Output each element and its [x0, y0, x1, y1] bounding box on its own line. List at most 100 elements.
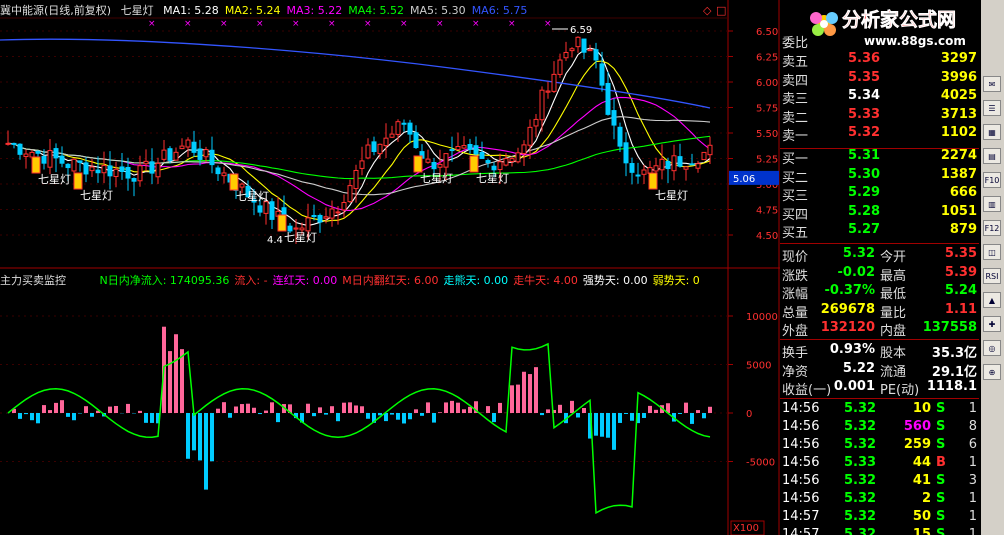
- flow-bar: [186, 413, 190, 459]
- tick-row: 14:57 5.32 50 S 1: [780, 509, 979, 527]
- flow-bar: [180, 349, 184, 413]
- toolbar-button[interactable]: ⊕: [983, 364, 1001, 380]
- signal-label: 七星灯: [80, 189, 113, 202]
- tick-row: 14:57 5.32 15 S 1: [780, 527, 979, 535]
- signal-label: 七星灯: [476, 172, 509, 185]
- flow-bar: [48, 410, 52, 413]
- quote-cell: 5.36: [848, 51, 881, 66]
- quote-cell: 3297: [940, 51, 977, 66]
- quote-cell: 内盘: [880, 324, 907, 339]
- flow-bar: [246, 403, 250, 413]
- flow-bar: [222, 402, 226, 413]
- flow-bar: [450, 400, 454, 413]
- stat-row: 总量 269678 量比 1.11: [780, 302, 979, 321]
- quote-cell: 买三: [782, 189, 809, 204]
- quote-cell: PE(动): [880, 383, 920, 398]
- quote-cell: 卖五: [782, 55, 809, 70]
- flow-bar: [498, 402, 502, 413]
- toolbar-button[interactable]: RSI: [983, 268, 1001, 284]
- flow-bar: [456, 402, 460, 413]
- flow-bar: [534, 367, 538, 413]
- toolbar-button[interactable]: ▥: [983, 196, 1001, 212]
- signal-label: 七星灯: [420, 172, 453, 185]
- quote-cell: 3713: [940, 106, 977, 122]
- svg-text:×: ×: [256, 19, 264, 29]
- flow-bar: [318, 407, 322, 413]
- candlestick: [701, 151, 707, 161]
- quote-cell: 14:56: [782, 491, 820, 506]
- tick-row: 14:56 5.32 10 S 1: [780, 401, 979, 419]
- quote-cell: 卖三: [782, 92, 809, 107]
- indicator-multiplier: X100: [733, 523, 759, 534]
- quote-cell: 14:56: [782, 419, 820, 434]
- flow-bar: [462, 409, 466, 413]
- toolbar-button[interactable]: ◎: [983, 340, 1001, 356]
- toolbar-button[interactable]: ▲: [983, 292, 1001, 308]
- quote-cell: 5.32: [844, 509, 877, 524]
- quote-cell: 1102: [940, 125, 977, 140]
- toolbar-button[interactable]: ▤: [983, 148, 1001, 164]
- stock-name: 冀中能源(日线,前复权): [0, 4, 112, 17]
- quote-cell: 14:57: [782, 509, 820, 524]
- indicator-legend-item: 走熊天: 0.00: [443, 274, 509, 287]
- toolbar-button[interactable]: ◫: [983, 244, 1001, 260]
- quote-cell: 卖一: [782, 129, 809, 144]
- quote-cell: 4025: [940, 88, 977, 103]
- indicator-legend-item: 走牛天: 4.00: [513, 274, 578, 287]
- quote-cell: 14:56: [782, 455, 820, 470]
- order-ratio-row: 委比: [780, 32, 979, 51]
- price-tick-label: 4.50: [756, 231, 778, 242]
- current-price-label: 5.06: [733, 174, 755, 185]
- quote-cell: 5.32: [844, 527, 877, 535]
- quote-cell: 259: [903, 437, 931, 452]
- quote-cell: 买四: [782, 207, 809, 223]
- toolbar-button[interactable]: F10: [983, 172, 1001, 188]
- quote-cell: 5.29: [848, 185, 881, 200]
- toolbar-button[interactable]: ✚: [983, 316, 1001, 332]
- price-tick-label: 5.25: [756, 155, 778, 166]
- flow-bar: [468, 406, 472, 413]
- quote-cell: 5.32: [844, 437, 877, 452]
- quote-cell: 6: [968, 437, 977, 452]
- svg-text:×: ×: [364, 19, 372, 29]
- quote-cell: 5.27: [848, 222, 881, 237]
- quote-cell: 卖二: [782, 110, 809, 126]
- quote-cell: 量比: [880, 305, 907, 321]
- quote-cell: 35.3亿: [931, 346, 977, 361]
- flow-bar: [576, 413, 580, 418]
- quote-cell: 1: [968, 527, 977, 535]
- quote-cell: 总量: [782, 305, 809, 321]
- toolbar-button[interactable]: F12: [983, 220, 1001, 236]
- flow-bar: [66, 413, 70, 417]
- ask-row: 卖四 5.35 3996: [780, 70, 979, 89]
- quote-cell: 879: [949, 222, 977, 237]
- quote-cell: S: [936, 437, 946, 452]
- quote-cell: S: [936, 401, 946, 416]
- flow-bar: [396, 413, 400, 420]
- tick-row: 14:56 5.33 44 B 1: [780, 455, 979, 473]
- quote-cell: 换手: [782, 346, 809, 361]
- toolbar-button[interactable]: ▦: [983, 124, 1001, 140]
- flow-bar: [342, 402, 346, 413]
- flow-bar: [150, 413, 154, 423]
- ma-legend-item: MA6: 5.75: [471, 4, 528, 17]
- flow-bar: [330, 406, 334, 413]
- svg-text:◇: ◇: [703, 4, 712, 17]
- flow-bar: [240, 404, 244, 413]
- flow-bar: [312, 413, 316, 417]
- bid-row: 买一 5.31 2274: [780, 148, 979, 167]
- svg-text:×: ×: [544, 19, 552, 29]
- flow-bar: [558, 404, 562, 413]
- flow-bar: [366, 413, 370, 419]
- toolbar-button[interactable]: ☰: [983, 100, 1001, 116]
- quote-cell: 50: [912, 509, 931, 524]
- flow-bar: [204, 413, 208, 490]
- quote-cell: 收益(一): [782, 383, 832, 398]
- toolbar-button[interactable]: ✉: [983, 76, 1001, 92]
- flow-bar: [198, 413, 202, 461]
- signal-lamp-icon: [229, 173, 239, 191]
- indicator-tick-label: 10000: [746, 312, 778, 323]
- quote-cell: 560: [903, 419, 931, 434]
- low-price-label: 4.4: [267, 235, 283, 246]
- flow-bar: [174, 334, 178, 413]
